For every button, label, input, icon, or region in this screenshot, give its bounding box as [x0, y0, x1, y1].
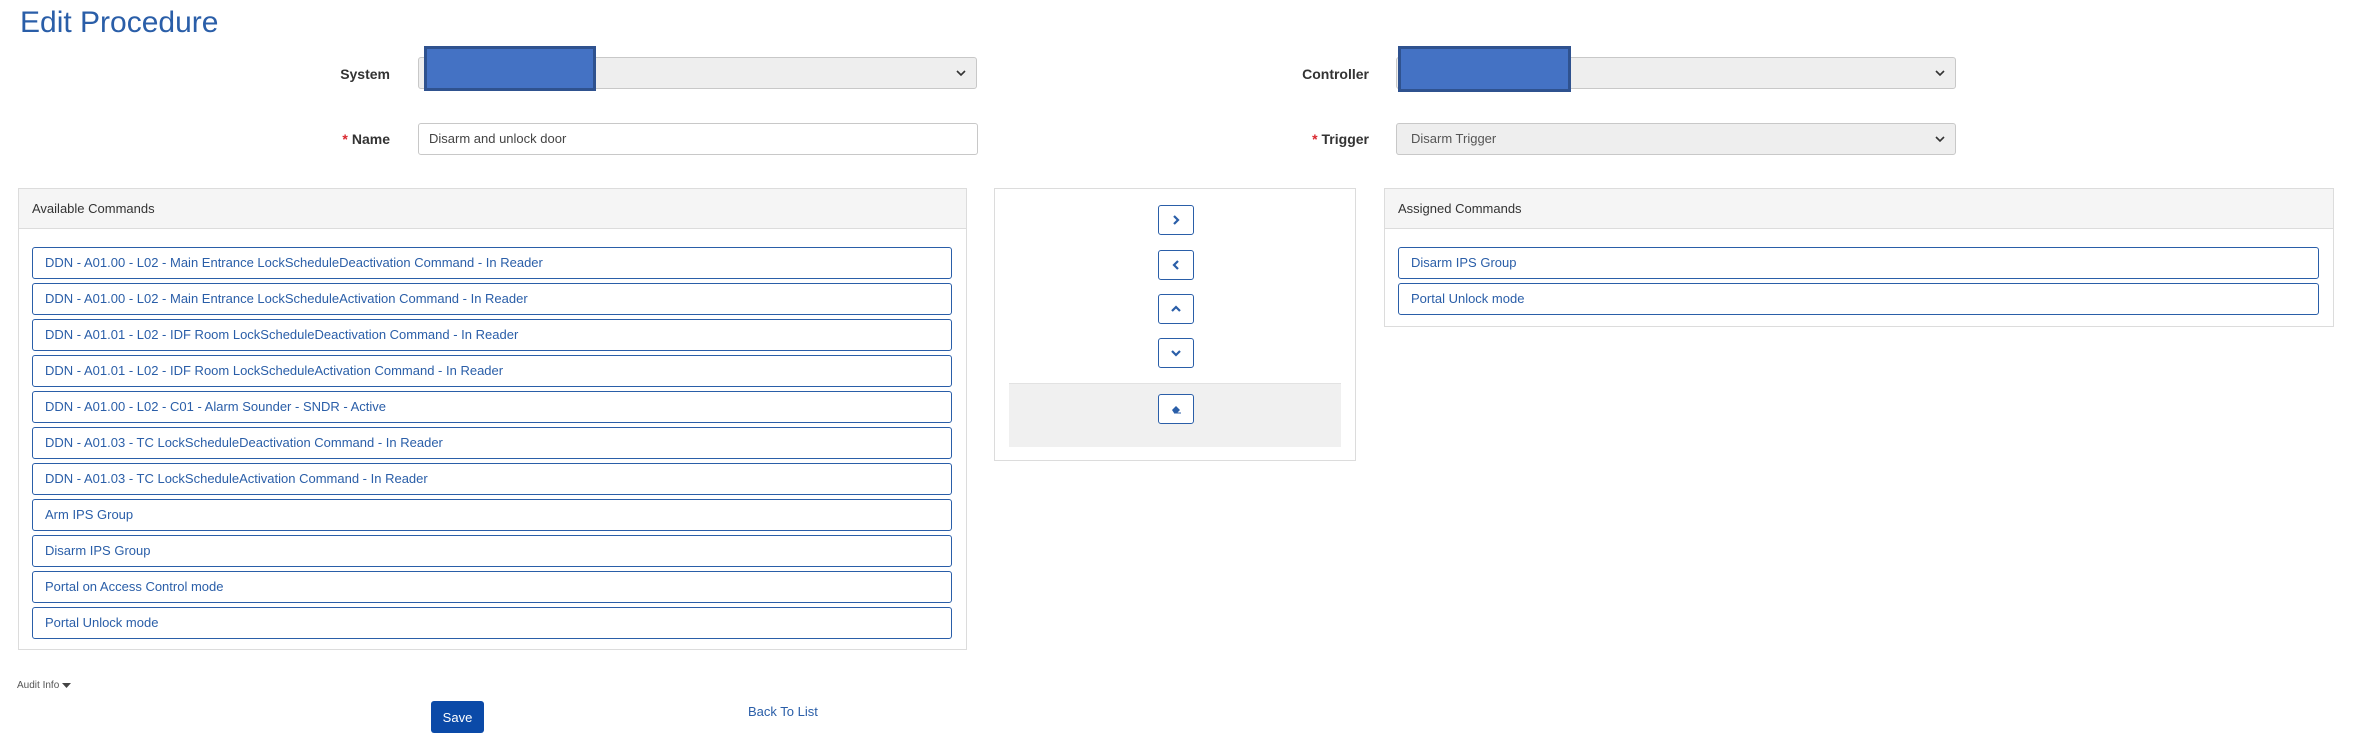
required-marker: *	[1312, 131, 1318, 147]
chevron-down-icon	[1171, 350, 1181, 357]
command-controls-footer	[1009, 383, 1341, 447]
system-label: System	[340, 66, 390, 82]
redaction-box	[424, 46, 596, 91]
clear-button[interactable]	[1158, 394, 1194, 424]
available-command-item[interactable]: Portal on Access Control mode	[32, 571, 952, 603]
eraser-icon	[1172, 406, 1181, 414]
chevron-up-icon	[1171, 305, 1181, 312]
name-field[interactable]: Disarm and unlock door	[418, 123, 978, 155]
required-marker: *	[342, 131, 348, 147]
available-command-item[interactable]: DDN - A01.03 - TC LockScheduleDeactivati…	[32, 427, 952, 459]
available-commands-panel: Available Commands DDN - A01.00 - L02 - …	[18, 188, 967, 650]
trigger-label: * Trigger	[1249, 131, 1369, 147]
assigned-command-item[interactable]: Portal Unlock mode	[1398, 283, 2319, 315]
available-commands-list: DDN - A01.00 - L02 - Main Entrance LockS…	[19, 229, 966, 649]
trigger-label-text: Trigger	[1321, 131, 1369, 147]
trigger-select[interactable]: Disarm Trigger	[1396, 123, 1956, 155]
chevron-down-icon	[1935, 124, 1945, 155]
page-title: Edit Procedure	[20, 6, 219, 39]
available-command-item[interactable]: DDN - A01.00 - L02 - C01 - Alarm Sounder…	[32, 391, 952, 423]
available-command-item[interactable]: DDN - A01.01 - L02 - IDF Room LockSchedu…	[32, 355, 952, 387]
command-controls-panel	[994, 188, 1356, 461]
available-command-item[interactable]: DDN - A01.03 - TC LockScheduleActivation…	[32, 463, 952, 495]
chevron-down-icon	[1935, 58, 1945, 89]
available-command-item[interactable]: DDN - A01.00 - L02 - Main Entrance LockS…	[32, 283, 952, 315]
chevron-left-icon	[1172, 260, 1179, 270]
available-command-item[interactable]: Disarm IPS Group	[32, 535, 952, 567]
name-label-text: Name	[351, 131, 390, 147]
back-to-list-link[interactable]: Back To List	[748, 704, 818, 719]
controller-label: Controller	[1302, 66, 1369, 82]
assigned-commands-header: Assigned Commands	[1385, 189, 2333, 229]
available-commands-header: Available Commands	[19, 189, 966, 229]
trigger-select-value: Disarm Trigger	[1411, 131, 1497, 146]
move-up-button[interactable]	[1158, 294, 1194, 324]
available-command-item[interactable]: Arm IPS Group	[32, 499, 952, 531]
assigned-command-item[interactable]: Disarm IPS Group	[1398, 247, 2319, 279]
audit-info-toggle[interactable]: Audit Info	[17, 680, 72, 691]
available-command-item[interactable]: Portal Unlock mode	[32, 607, 952, 639]
available-command-item[interactable]: DDN - A01.00 - L02 - Main Entrance LockS…	[32, 247, 952, 279]
audit-info-label: Audit Info	[17, 680, 60, 691]
move-right-button[interactable]	[1158, 205, 1194, 235]
move-down-button[interactable]	[1158, 338, 1194, 368]
chevron-down-icon	[956, 58, 966, 89]
move-left-button[interactable]	[1158, 250, 1194, 280]
assigned-commands-list: Disarm IPS Group Portal Unlock mode	[1385, 229, 2333, 325]
caret-down-icon	[62, 682, 72, 688]
name-label: * Name	[270, 131, 390, 147]
assigned-commands-panel: Assigned Commands Disarm IPS Group Porta…	[1384, 188, 2334, 327]
redaction-box	[1398, 46, 1571, 92]
save-button[interactable]: Save	[431, 701, 484, 733]
chevron-right-icon	[1173, 215, 1180, 225]
available-command-item[interactable]: DDN - A01.01 - L02 - IDF Room LockSchedu…	[32, 319, 952, 351]
